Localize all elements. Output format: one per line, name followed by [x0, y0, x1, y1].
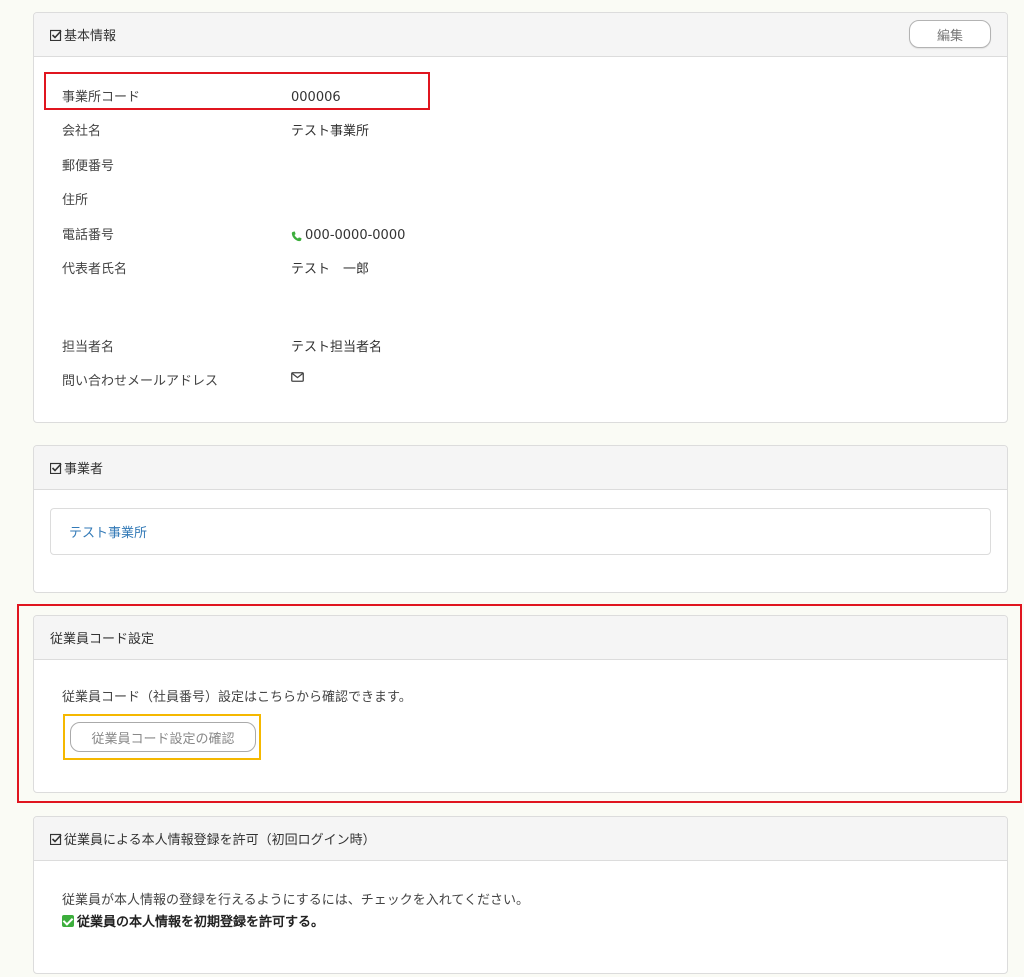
field-value-contact-person: テスト担当者名 — [291, 340, 383, 355]
edit-button[interactable]: 編集 — [909, 20, 991, 48]
business-owner-header: 事業者 — [34, 446, 1007, 490]
highlight-office-code — [44, 72, 430, 110]
self-registration-description: 従業員が本人情報の登録を行えるようにするには、チェックを入れてください。 — [62, 893, 529, 908]
self-registration-checkbox-row[interactable]: 従業員の本人情報を初期登録を許可する。 — [62, 913, 324, 933]
checked-square-icon — [50, 462, 62, 474]
highlight-employee-code-panel — [17, 604, 1022, 803]
business-owner-panel: 事業者 テスト事業所 — [33, 445, 1008, 593]
phone-number[interactable]: 000-0000-0000 — [305, 226, 405, 246]
self-registration-title: 従業員による本人情報登録を許可（初回ログイン時） — [64, 833, 376, 848]
business-owner-title: 事業者 — [64, 462, 104, 477]
self-registration-panel: 従業員による本人情報登録を許可（初回ログイン時） 従業員が本人情報の登録を行える… — [33, 816, 1008, 974]
envelope-icon[interactable] — [291, 372, 304, 382]
allow-registration-label: 従業員の本人情報を初期登録を許可する。 — [77, 915, 325, 930]
field-value-company-name: テスト事業所 — [291, 124, 370, 139]
field-value-phone-wrap: 000-0000-0000 — [291, 226, 405, 246]
field-label-contact-email: 問い合わせメールアドレス — [62, 374, 219, 389]
phone-icon — [291, 231, 302, 241]
allow-registration-checkbox[interactable] — [62, 915, 74, 927]
business-owner-list: テスト事業所 — [50, 508, 991, 555]
field-value-contact-email — [291, 372, 304, 382]
field-label-postal-code: 郵便番号 — [62, 159, 115, 174]
basic-info-title: 基本情報 — [64, 29, 117, 44]
basic-info-header: 基本情報 — [34, 13, 1007, 57]
field-label-company-name: 会社名 — [62, 124, 102, 139]
checked-square-icon — [50, 29, 62, 41]
field-label-contact-person: 担当者名 — [62, 340, 115, 355]
business-owner-link[interactable]: テスト事業所 — [69, 522, 147, 541]
field-label-address: 住所 — [62, 193, 89, 208]
self-registration-header: 従業員による本人情報登録を許可（初回ログイン時） — [34, 817, 1007, 861]
field-value-representative: テスト 一郎 — [291, 262, 370, 277]
field-label-phone: 電話番号 — [62, 228, 115, 243]
checked-square-icon — [50, 833, 62, 845]
field-label-representative: 代表者氏名 — [62, 262, 128, 277]
